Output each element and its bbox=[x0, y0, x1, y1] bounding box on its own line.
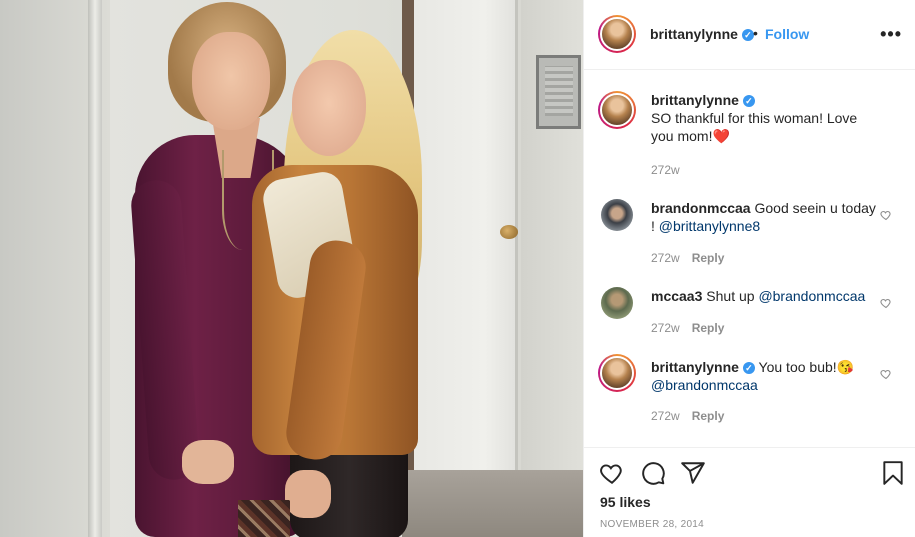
photo-mom-face bbox=[192, 32, 270, 130]
bookmark-icon[interactable] bbox=[880, 460, 906, 486]
likes-count[interactable]: 95 likes bbox=[600, 494, 651, 510]
avatar[interactable] bbox=[601, 199, 633, 231]
like-comment-heart-icon[interactable] bbox=[880, 368, 892, 380]
comment-username[interactable]: brittanylynne bbox=[651, 359, 739, 375]
photo-thermostat bbox=[536, 55, 581, 129]
mention-link[interactable]: @brandonmccaa bbox=[651, 377, 758, 393]
photo-plaid bbox=[238, 500, 290, 537]
photo-mom-hand bbox=[182, 440, 234, 484]
comment-body: You too bub! bbox=[758, 359, 837, 375]
username-text[interactable]: brittanylynne bbox=[650, 26, 738, 42]
follow-button[interactable]: Follow bbox=[765, 26, 809, 42]
kiss-emoji: 😘 bbox=[836, 359, 855, 375]
avatar[interactable] bbox=[598, 15, 636, 53]
action-bar: 95 likes NOVEMBER 28, 2014 bbox=[584, 447, 915, 537]
like-comment-heart-icon[interactable] bbox=[880, 297, 892, 309]
photo-girl-hand bbox=[285, 470, 331, 518]
verified-icon: ✓ bbox=[742, 362, 755, 374]
verified-icon: ✓ bbox=[742, 95, 755, 107]
comment-icon[interactable] bbox=[640, 460, 666, 486]
reply-button[interactable]: Reply bbox=[692, 321, 725, 335]
post-photo[interactable] bbox=[0, 0, 583, 537]
comment-username[interactable]: mccaa3 bbox=[651, 288, 702, 304]
caption-text: brittanylynne ✓ SO thankful for this woma… bbox=[651, 91, 881, 145]
reply-button[interactable]: Reply bbox=[692, 409, 725, 423]
heart-icon[interactable] bbox=[599, 460, 625, 486]
heart-emoji: ❤️ bbox=[712, 128, 730, 144]
post-date[interactable]: NOVEMBER 28, 2014 bbox=[600, 519, 704, 530]
photo-door-knob bbox=[500, 225, 518, 239]
share-icon[interactable] bbox=[680, 460, 706, 486]
comment-meta: 272w Reply bbox=[651, 409, 724, 423]
comment-text: brandonmccaa Good seein u today ! @britt… bbox=[651, 199, 881, 235]
comment-username[interactable]: brandonmccaa bbox=[651, 200, 751, 216]
mention-link[interactable]: @brandonmccaa bbox=[758, 288, 865, 304]
comment-username[interactable]: brittanylynne bbox=[651, 92, 739, 108]
avatar[interactable] bbox=[598, 354, 636, 392]
like-comment-heart-icon[interactable] bbox=[880, 209, 892, 221]
separator-dot: • bbox=[753, 25, 758, 41]
comment-meta: 272w bbox=[651, 163, 680, 177]
photo-girl-face bbox=[292, 60, 366, 156]
reply-button[interactable]: Reply bbox=[692, 251, 725, 265]
comment-meta: 272w Reply bbox=[651, 251, 724, 265]
comment-time[interactable]: 272w bbox=[651, 251, 680, 265]
more-icon[interactable]: ••• bbox=[880, 24, 902, 45]
photo-wall-seam bbox=[88, 0, 102, 537]
photo-door bbox=[414, 0, 518, 505]
comment-text: brittanylynne ✓ You too bub!😘 @brandonmcc… bbox=[651, 358, 881, 394]
mention-link[interactable]: @brittanylynne8 bbox=[659, 218, 760, 234]
comment-body: SO thankful for this woman! Love you mom… bbox=[651, 110, 858, 144]
comment-list[interactable]: brittanylynne ✓ SO thankful for this woma… bbox=[584, 71, 915, 447]
comment-text: mccaa3 Shut up @brandonmccaa bbox=[651, 287, 881, 305]
post-header: brittanylynne ✓ • Follow ••• bbox=[584, 0, 915, 70]
post-panel: brittanylynne ✓ • Follow ••• brittanylynn… bbox=[583, 0, 915, 537]
comment-time[interactable]: 272w bbox=[651, 321, 680, 335]
comment-time[interactable]: 272w bbox=[651, 409, 680, 423]
header-username[interactable]: brittanylynne ✓ bbox=[650, 26, 754, 42]
photo-floor bbox=[402, 470, 583, 537]
comment-time[interactable]: 272w bbox=[651, 163, 680, 177]
avatar[interactable] bbox=[598, 91, 636, 129]
comment-meta: 272w Reply bbox=[651, 321, 724, 335]
comment-body: Shut up bbox=[706, 288, 759, 304]
avatar[interactable] bbox=[601, 287, 633, 319]
